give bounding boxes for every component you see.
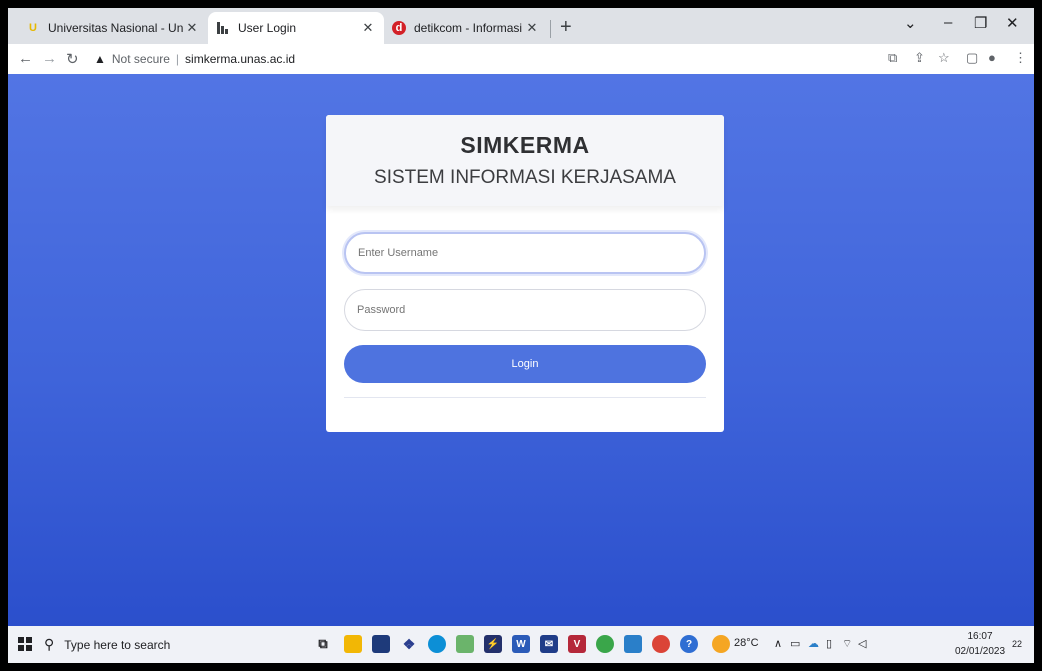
new-tab-plus-icon[interactable]: + bbox=[560, 16, 572, 38]
app-icon[interactable]: ⚡ bbox=[484, 635, 502, 653]
app-v-icon[interactable]: V bbox=[568, 635, 586, 653]
login-button[interactable]: Login bbox=[344, 345, 706, 383]
taskbar-search[interactable]: ⚲ Type here to search bbox=[44, 630, 312, 659]
browser-toolbar: ← → ↻ ▲ Not secure | simkerma.unas.ac.id… bbox=[8, 44, 1034, 74]
search-icon: ⚲ bbox=[44, 636, 55, 652]
notification-icon[interactable]: 22 bbox=[1012, 636, 1022, 650]
address-divider: | bbox=[175, 52, 180, 66]
weather-sun-icon[interactable] bbox=[712, 635, 730, 653]
mail-icon[interactable]: ✉ bbox=[540, 635, 558, 653]
clock-time: 16:07 bbox=[967, 631, 993, 642]
photos-icon[interactable] bbox=[456, 635, 474, 653]
warning-triangle-icon: ▲ bbox=[94, 52, 106, 66]
unas-logo-icon: U bbox=[29, 22, 37, 34]
minimize-icon[interactable]: – bbox=[944, 14, 952, 31]
tab-title: detikcom - Informasi Berita Terk bbox=[414, 21, 524, 35]
side-panel-icon[interactable]: ▢ bbox=[966, 50, 978, 66]
profile-avatar-icon[interactable]: ● bbox=[988, 50, 996, 65]
tab-title: User Login bbox=[238, 21, 297, 35]
close-icon[interactable]: ✕ bbox=[360, 20, 376, 36]
search-placeholder: Type here to search bbox=[64, 637, 171, 652]
bar-chart-icon bbox=[216, 21, 230, 35]
chrome-icon[interactable] bbox=[652, 635, 670, 653]
tab-divider bbox=[550, 20, 551, 38]
clock[interactable]: 16:07 02/01/2023 bbox=[954, 629, 1006, 659]
tab-title: Universitas Nasional - Universitas bbox=[48, 21, 184, 35]
tab-universitas[interactable]: U Universitas Nasional - Universitas ✕ bbox=[18, 12, 208, 44]
tab-user-login[interactable]: User Login ✕ bbox=[208, 12, 384, 44]
shield-icon[interactable] bbox=[624, 635, 642, 653]
card-divider bbox=[344, 397, 706, 398]
file-explorer-icon[interactable] bbox=[344, 635, 362, 653]
close-icon[interactable]: ✕ bbox=[524, 20, 540, 36]
app-subtitle: SISTEM INFORMASI KERJASAMA bbox=[374, 167, 676, 188]
volume-icon[interactable]: ◁ bbox=[858, 637, 866, 650]
bookmark-star-icon[interactable]: ☆ bbox=[938, 50, 950, 66]
security-label: Not secure bbox=[111, 52, 170, 66]
clock-date: 02/01/2023 bbox=[954, 646, 1006, 657]
notification-count: 22 bbox=[1012, 639, 1023, 649]
tab-detikcom[interactable]: d detikcom - Informasi Berita Terk ✕ bbox=[384, 12, 548, 44]
detik-logo-icon: d bbox=[392, 21, 406, 35]
store-icon[interactable] bbox=[372, 635, 390, 653]
windows-start-icon[interactable] bbox=[18, 637, 32, 656]
menu-kebab-icon[interactable]: ⋮ bbox=[1014, 50, 1027, 66]
password-input[interactable] bbox=[344, 289, 706, 331]
translate-icon[interactable]: ⧉ bbox=[888, 50, 897, 66]
dropbox-icon[interactable]: ❖ bbox=[400, 635, 418, 653]
window-close-icon[interactable]: ✕ bbox=[1006, 14, 1019, 32]
page-background: SIMKERMA SISTEM INFORMASI KERJASAMA Logi… bbox=[8, 74, 1034, 626]
edge-icon[interactable] bbox=[428, 635, 446, 653]
address-bar[interactable]: ▲ Not secure | simkerma.unas.ac.id bbox=[94, 48, 784, 70]
tray-chevron-icon[interactable]: ∧ bbox=[774, 637, 782, 650]
username-input[interactable] bbox=[344, 232, 706, 274]
chat-icon[interactable] bbox=[596, 635, 614, 653]
tab-search-chevron-icon[interactable]: ⌄ bbox=[904, 14, 917, 32]
app-title: SIMKERMA bbox=[460, 132, 590, 158]
weather-temperature: 28°C bbox=[734, 637, 759, 649]
reload-icon[interactable]: ↻ bbox=[66, 50, 79, 68]
wifi-icon[interactable]: ⌔ bbox=[842, 637, 852, 651]
browser-window: U Universitas Nasional - Universitas ✕ U… bbox=[8, 8, 1034, 663]
url-text: simkerma.unas.ac.id bbox=[185, 52, 296, 66]
login-card: SIMKERMA SISTEM INFORMASI KERJASAMA Logi… bbox=[326, 115, 724, 432]
help-icon[interactable]: ? bbox=[680, 635, 698, 653]
network-icon[interactable]: ▭ bbox=[790, 637, 800, 650]
restore-icon[interactable]: ❐ bbox=[974, 14, 987, 32]
share-icon[interactable]: ⇪ bbox=[914, 50, 925, 66]
battery-icon[interactable]: ▯ bbox=[826, 637, 832, 650]
taskbar: ⚲ Type here to search ⧉ ❖ ⚡ W ✉ V ? 28°C… bbox=[8, 626, 1034, 663]
back-arrow-icon[interactable]: ← bbox=[18, 50, 33, 67]
tab-strip: U Universitas Nasional - Universitas ✕ U… bbox=[8, 8, 1034, 44]
task-view-icon[interactable]: ⧉ bbox=[314, 635, 332, 653]
onedrive-cloud-icon[interactable]: ☁ bbox=[808, 637, 819, 650]
close-icon[interactable]: ✕ bbox=[184, 20, 200, 36]
forward-arrow-icon[interactable]: → bbox=[42, 50, 57, 67]
login-card-header: SIMKERMA SISTEM INFORMASI KERJASAMA bbox=[326, 115, 724, 206]
word-icon[interactable]: W bbox=[512, 635, 530, 653]
